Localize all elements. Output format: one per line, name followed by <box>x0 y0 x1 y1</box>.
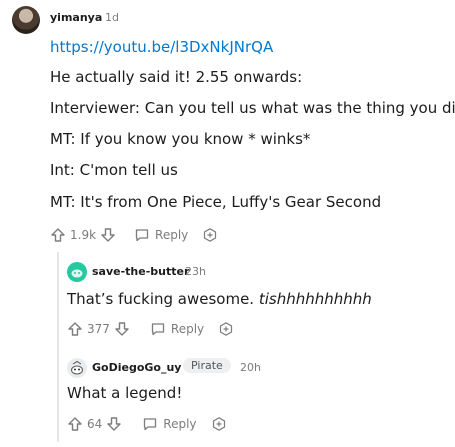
downvote-button[interactable] <box>106 416 122 432</box>
reply-label: Reply <box>170 322 205 336</box>
reply-author[interactable]: GoDiegoGo_uy <box>92 361 181 374</box>
comment-line-2: Interviewer: Can you tell us what was th… <box>50 99 455 117</box>
upvote-icon <box>68 322 82 336</box>
reply-bubble-icon <box>135 229 149 242</box>
reply-author[interactable]: save-the-butter <box>92 265 189 278</box>
award-button[interactable] <box>202 227 218 243</box>
reply-time[interactable]: 20h <box>240 361 261 374</box>
downvote-button[interactable] <box>114 321 130 337</box>
upvote-button[interactable] <box>67 416 83 432</box>
comment-line-5: MT: It's from One Piece, Luffy's Gear Se… <box>50 193 382 211</box>
downvote-button[interactable] <box>100 227 116 243</box>
snoo-avatar-icon <box>71 269 83 278</box>
reply-label: Reply <box>163 417 197 431</box>
comment-link[interactable]: https://youtu.be/l3DxNkJNrQA <box>50 38 273 56</box>
upvote-button[interactable] <box>50 227 66 243</box>
reply-avatar[interactable] <box>67 262 87 282</box>
award-button[interactable] <box>211 416 227 432</box>
award-icon <box>204 228 217 242</box>
reply-button[interactable]: Reply <box>150 321 204 337</box>
reply-bubble-icon <box>151 323 165 336</box>
downvote-icon <box>101 228 115 242</box>
downvote-icon <box>107 417 121 431</box>
reply-body: That’s fucking awesome. tishhhhhhhhhh <box>67 290 372 308</box>
reply-avatar[interactable] <box>67 358 87 378</box>
award-button[interactable] <box>218 321 234 337</box>
reply-time[interactable]: 23h <box>185 265 206 278</box>
vote-count: 64 <box>87 417 103 431</box>
comment-actions: 1.9k Reply <box>50 225 218 245</box>
comment-line-4: Int: C'mon tell us <box>50 161 178 179</box>
reply-bubble-icon <box>144 418 157 431</box>
reply-text-italic: tishhhhhhhhhh <box>258 290 372 308</box>
downvote-icon <box>115 322 129 336</box>
reply-button[interactable]: Reply <box>142 416 197 432</box>
upvote-button[interactable] <box>67 321 83 337</box>
comment-author[interactable]: yimanya <box>50 11 102 24</box>
vote-count: 1.9k <box>70 228 97 242</box>
award-icon <box>212 417 225 431</box>
upvote-icon <box>51 228 65 242</box>
comment-time[interactable]: 1d <box>105 11 119 24</box>
snoo-avatar-icon <box>71 360 83 375</box>
upvote-icon <box>68 417 82 431</box>
reply-actions: 64 Reply <box>67 414 227 434</box>
reply-text: That’s fucking awesome. <box>67 290 255 308</box>
comment-line-3: MT: If you know you know * winks* <box>50 130 311 148</box>
reply-button[interactable]: Reply <box>134 227 188 243</box>
reply-label: Reply <box>155 228 189 242</box>
reply-text: What a legend! <box>67 384 183 402</box>
user-flair: Pirate <box>183 358 231 373</box>
thread-line[interactable] <box>57 252 59 442</box>
user-avatar[interactable] <box>12 6 40 34</box>
reply-actions: 377 Reply <box>67 319 234 339</box>
comment-line-1: He actually said it! 2.55 onwards: <box>50 68 303 86</box>
award-icon <box>220 322 233 336</box>
vote-count: 377 <box>87 322 110 336</box>
